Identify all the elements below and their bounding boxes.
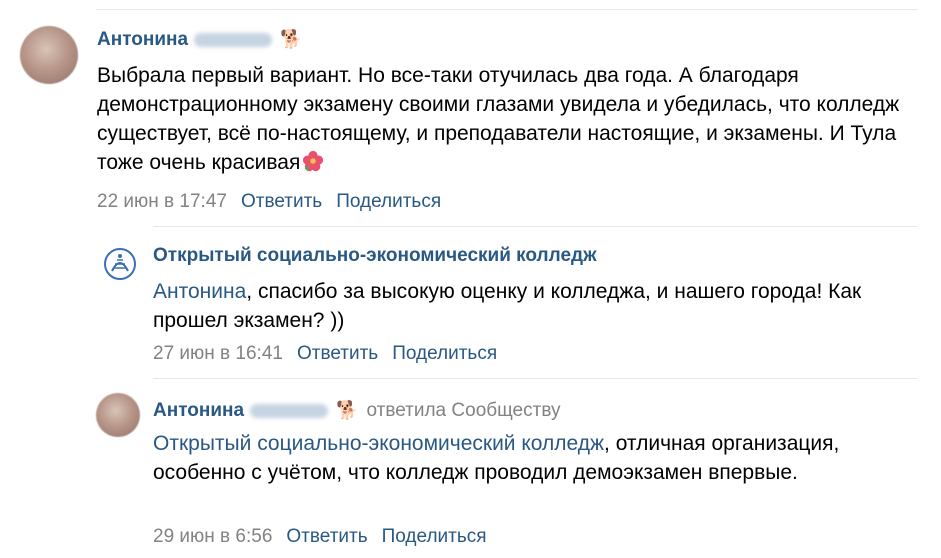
comment-text: Антонина, спасибо за высокую оценку и ко…	[153, 277, 913, 335]
comment-separator	[153, 378, 917, 379]
share-link[interactable]: Поделиться	[382, 526, 487, 547]
dog-emoji-icon: 🐕	[280, 29, 303, 49]
comment-meta: 22 июн в 17:47 Ответить Поделиться	[97, 190, 441, 214]
share-link[interactable]: Поделиться	[392, 343, 497, 364]
mention-link[interactable]: Антонина	[153, 280, 246, 303]
comment-separator	[153, 226, 917, 227]
comment-text-body: , спасибо за высокую оценку и колледжа, …	[153, 280, 862, 332]
comment-date[interactable]: 22 июн в 17:47	[97, 191, 227, 212]
comment-date[interactable]: 27 июн в 16:41	[153, 343, 283, 364]
dog-emoji-icon: 🐕	[336, 400, 359, 420]
avatar[interactable]	[96, 393, 140, 437]
share-link[interactable]: Поделиться	[336, 191, 441, 212]
top-separator	[96, 9, 917, 10]
author-name[interactable]: Антонина	[153, 400, 244, 421]
author-name[interactable]: Открытый социально-экономический колледж	[153, 245, 597, 266]
blurred-surname	[250, 404, 329, 419]
college-logo-icon[interactable]	[103, 247, 137, 281]
comment-author-line: Антонина 🐕 ответила Сообществу	[153, 398, 561, 423]
mention-link[interactable]: Открытый социально-экономический колледж	[153, 432, 604, 455]
comment-text-body: Выбрала первый вариант. Но все-таки отуч…	[97, 64, 900, 174]
reply-link[interactable]: Ответить	[286, 526, 367, 547]
reply-link[interactable]: Ответить	[297, 343, 378, 364]
reply-link[interactable]: Ответить	[241, 191, 322, 212]
blurred-surname	[194, 33, 273, 48]
comment-text: Выбрала первый вариант. Но все-таки отуч…	[97, 61, 917, 177]
comment-date[interactable]: 29 июн в 6:56	[153, 526, 272, 547]
hibiscus-icon	[303, 150, 324, 172]
comment-meta: 29 июн в 6:56 Ответить Поделиться	[153, 525, 487, 549]
comment-author-line: Антонина 🐕	[97, 27, 302, 52]
replied-to-label: ответила Сообществу	[366, 400, 561, 421]
comment-text: Открытый социально-экономический колледж…	[153, 429, 913, 487]
comment-meta: 27 июн в 16:41 Ответить Поделиться	[153, 342, 497, 366]
comment-author-line: Открытый социально-экономический колледж	[153, 244, 597, 268]
author-name[interactable]: Антонина	[97, 29, 188, 50]
avatar[interactable]	[20, 26, 78, 84]
